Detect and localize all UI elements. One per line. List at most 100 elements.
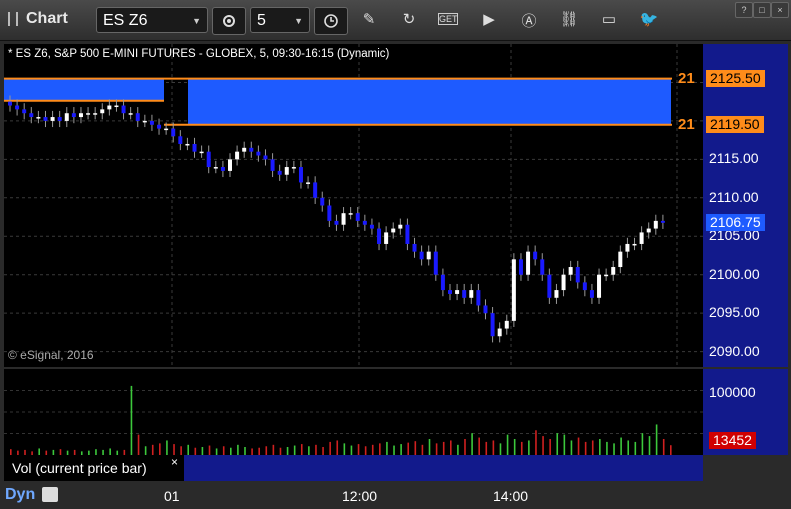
comment-icon[interactable]: ▭ xyxy=(598,10,620,28)
candle xyxy=(440,274,445,291)
volume-bar xyxy=(549,439,551,455)
volume-bar xyxy=(620,437,622,455)
volume-bar xyxy=(315,444,317,455)
play-icon[interactable]: ▶ xyxy=(478,10,500,28)
candle xyxy=(128,113,133,115)
volume-bar xyxy=(322,447,324,455)
symbol-settings-button[interactable] xyxy=(212,7,246,35)
volume-bar xyxy=(244,447,246,455)
volume-axis[interactable]: 100000 13452 xyxy=(703,369,788,455)
time-label-1200: 12:00 xyxy=(342,488,378,504)
volume-chart-svg xyxy=(4,385,703,455)
volume-bar xyxy=(272,444,275,455)
help-icon[interactable]: ? xyxy=(735,2,753,18)
volume-bar xyxy=(265,446,268,455)
volume-bar xyxy=(570,440,573,455)
candle xyxy=(341,213,346,225)
symbol-input[interactable]: ES Z6 ▼ xyxy=(96,7,208,33)
symbol-value: ES Z6 xyxy=(103,12,148,29)
volume-bar xyxy=(670,445,672,455)
volume-bar xyxy=(286,447,289,455)
time-axis[interactable]: Dyn 01 12:00 14:00 xyxy=(0,484,791,509)
candle xyxy=(433,251,438,275)
symbol-dropdown-icon[interactable]: ▼ xyxy=(192,8,201,34)
price-axis-label: 2095.00 xyxy=(709,304,760,321)
get-data-icon[interactable]: GET xyxy=(438,13,458,25)
volume-bar xyxy=(173,444,175,455)
interval-input[interactable]: 5 ▼ xyxy=(250,7,310,33)
volume-bar xyxy=(137,434,140,455)
candle xyxy=(121,105,126,114)
candle xyxy=(164,128,169,131)
candle xyxy=(384,232,389,244)
pencil-icon[interactable]: ✎ xyxy=(358,10,380,28)
candle xyxy=(589,290,594,298)
alert-icon[interactable]: Ⓐ xyxy=(518,10,540,31)
candle xyxy=(568,267,573,275)
candle xyxy=(405,224,410,244)
volume-bar xyxy=(258,447,260,455)
candle xyxy=(199,151,204,154)
volume-bar xyxy=(599,439,601,455)
candle xyxy=(618,251,623,268)
price-zone-right xyxy=(188,78,671,125)
lock-icon[interactable] xyxy=(42,487,58,502)
candle xyxy=(206,151,211,168)
volume-bar xyxy=(442,441,445,455)
volume-bar xyxy=(457,444,459,455)
candle xyxy=(504,320,509,329)
volume-legend-label: Vol (current price bar) xyxy=(12,460,147,476)
candle xyxy=(192,143,197,152)
candle xyxy=(426,251,431,260)
candle xyxy=(220,167,225,171)
volume-legend[interactable]: Vol (current price bar) xyxy=(4,455,184,481)
candle xyxy=(348,213,353,215)
candle xyxy=(554,290,559,298)
candle xyxy=(597,274,602,298)
candle xyxy=(313,182,318,198)
window-grip-icon[interactable] xyxy=(8,12,18,26)
maximize-icon[interactable]: □ xyxy=(753,2,771,18)
candle xyxy=(57,117,62,121)
volume-bar xyxy=(421,444,424,455)
candle xyxy=(157,124,162,129)
volume-bar xyxy=(542,436,544,455)
interval-value: 5 xyxy=(257,12,266,29)
twitter-icon[interactable]: 🐦 xyxy=(638,10,660,28)
volume-bar xyxy=(371,444,374,455)
candle xyxy=(547,274,552,298)
volume-bar xyxy=(386,441,388,455)
volume-legend-close-icon[interactable]: × xyxy=(171,455,178,469)
volume-bar xyxy=(485,441,488,455)
price-chart[interactable] xyxy=(4,44,703,367)
refresh-icon[interactable]: ↻ xyxy=(398,10,420,28)
volume-bar xyxy=(606,441,608,455)
link-icon[interactable]: ⛓ xyxy=(558,10,580,28)
volume-bar xyxy=(627,440,630,455)
volume-legend-bar xyxy=(184,455,703,481)
candle xyxy=(526,251,531,275)
volume-bar xyxy=(435,443,438,455)
candle xyxy=(639,232,644,244)
candle xyxy=(448,290,452,294)
volume-chart[interactable] xyxy=(4,369,703,455)
time-settings-button[interactable] xyxy=(314,7,348,35)
volume-bar xyxy=(144,446,147,455)
volume-bar xyxy=(641,433,644,455)
candle xyxy=(277,170,282,175)
dynamic-mode-label[interactable]: Dyn xyxy=(5,486,35,504)
volume-bar xyxy=(393,445,395,455)
price-axis[interactable]: 2115.00 2110.00 2105.00 2100.00 2095.00 2090.… xyxy=(703,44,788,367)
candle xyxy=(114,105,119,108)
interval-dropdown-icon[interactable]: ▼ xyxy=(294,8,303,34)
candle xyxy=(15,105,20,110)
candle xyxy=(263,155,268,160)
close-icon[interactable]: × xyxy=(771,2,789,18)
volume-bar xyxy=(591,440,594,455)
volume-bar xyxy=(237,444,239,455)
volume-bar xyxy=(464,439,466,455)
price-axis-label: 2115.00 xyxy=(709,150,759,167)
price-zone-left xyxy=(4,78,164,101)
candle xyxy=(149,120,154,125)
candle xyxy=(71,113,76,118)
